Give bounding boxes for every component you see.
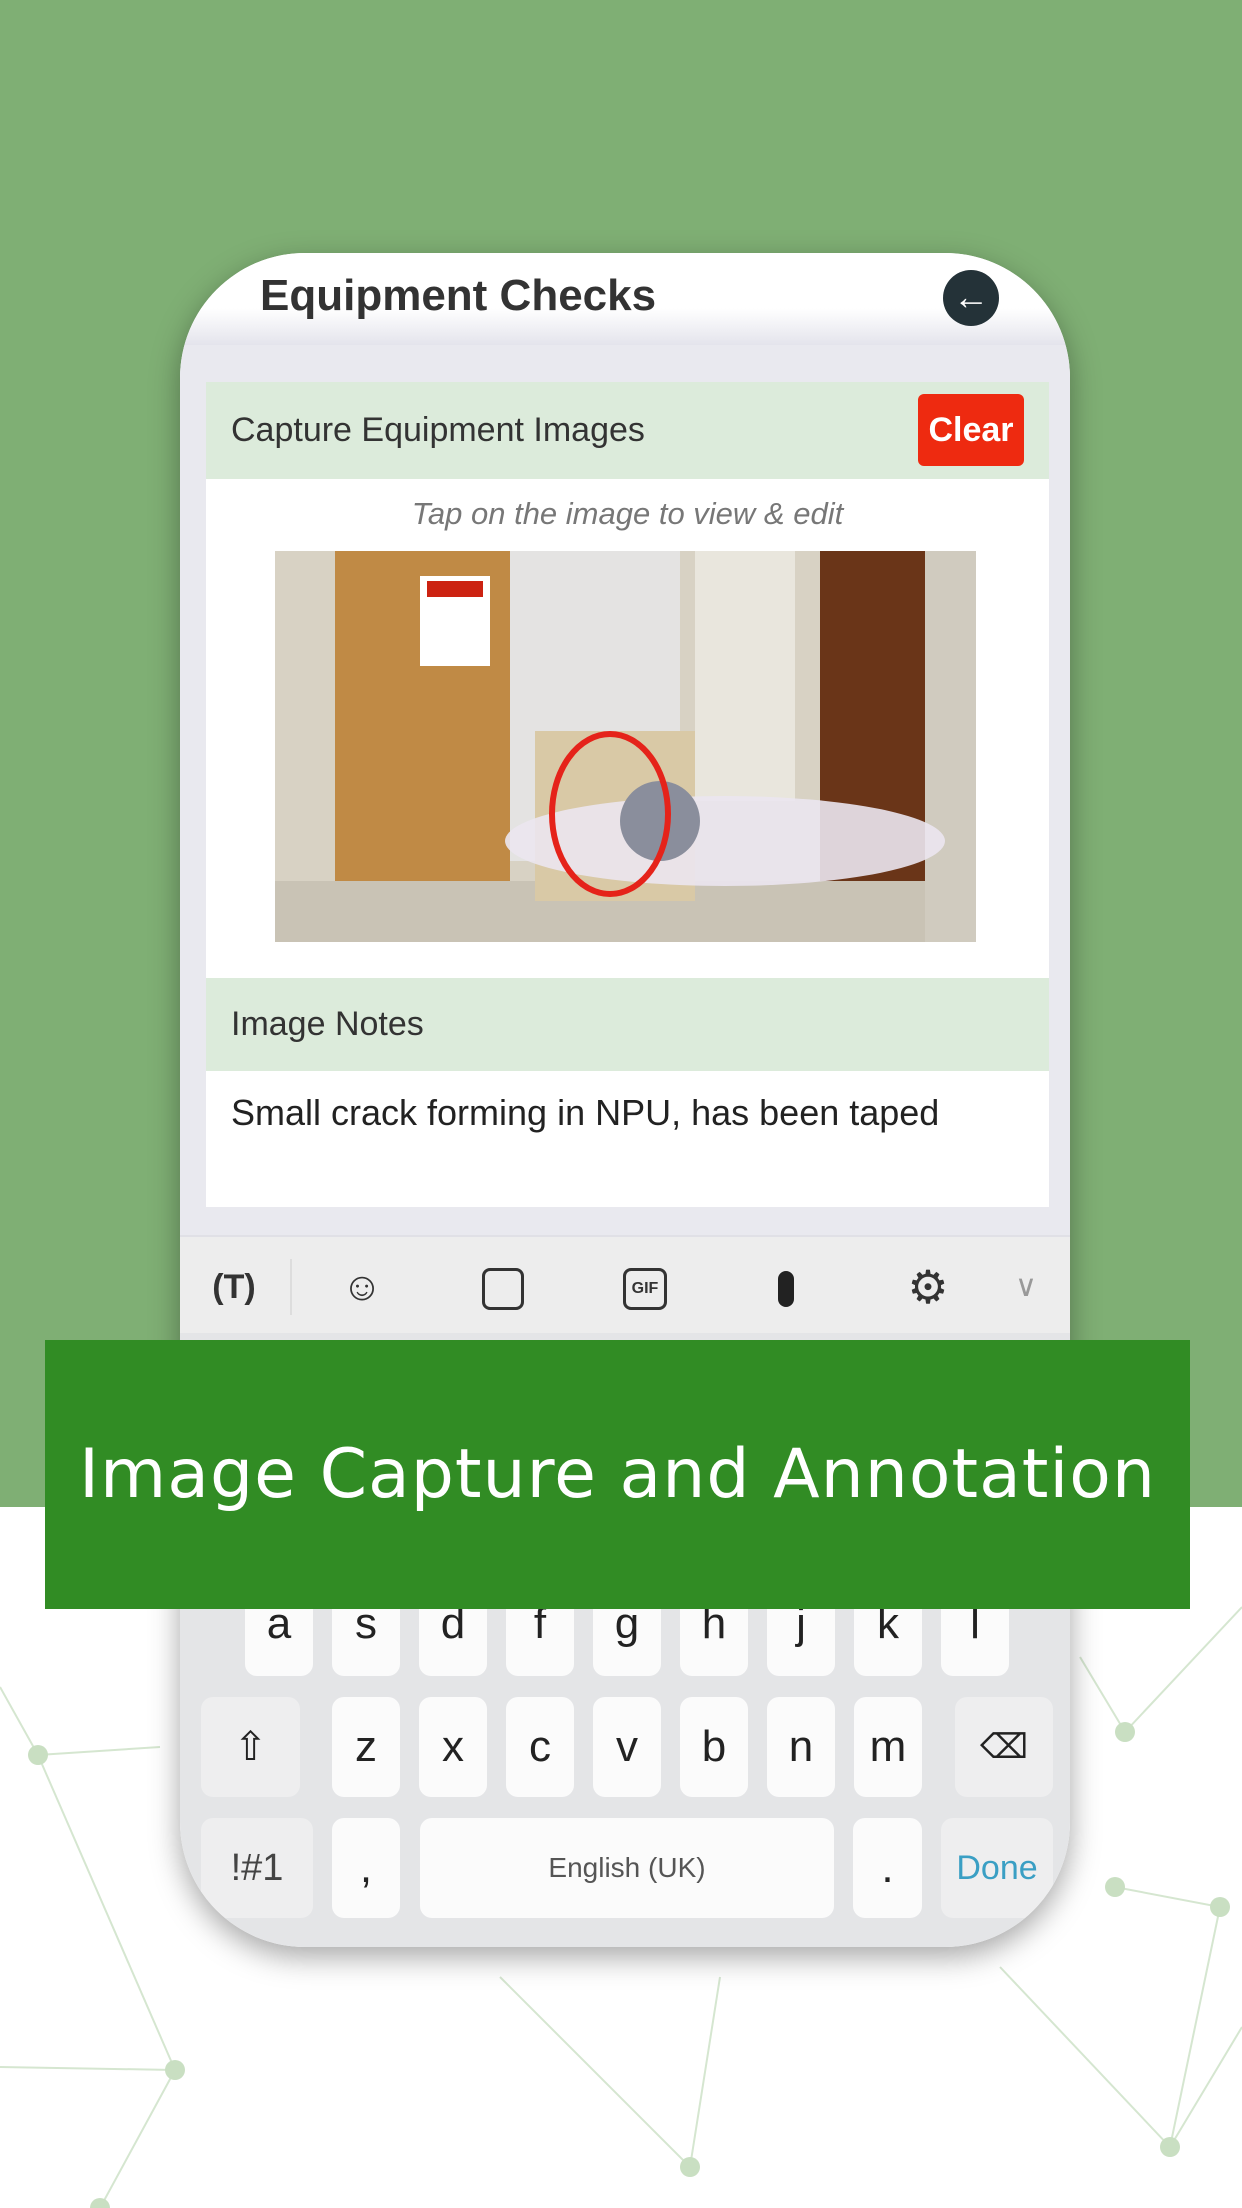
period-key[interactable]: . bbox=[853, 1818, 922, 1918]
backspace-icon: ⌫ bbox=[979, 1728, 1029, 1766]
microphone-icon[interactable] bbox=[758, 1259, 814, 1315]
key-m[interactable]: m bbox=[854, 1697, 922, 1797]
translate-icon[interactable]: (T) bbox=[206, 1259, 262, 1315]
notes-input[interactable]: Small crack forming in NPU, has been tap… bbox=[231, 1092, 939, 1134]
chevron-down-icon[interactable]: ∨ bbox=[998, 1259, 1054, 1315]
key-b[interactable]: b bbox=[680, 1697, 748, 1797]
equipment-photo[interactable] bbox=[275, 551, 976, 942]
divider bbox=[290, 1259, 292, 1315]
shift-icon: ⇧ bbox=[233, 1725, 268, 1769]
back-button[interactable]: ← bbox=[943, 270, 999, 326]
photo-illustration bbox=[275, 551, 976, 942]
comma-key[interactable]: , bbox=[332, 1818, 400, 1918]
backspace-key[interactable]: ⌫ bbox=[955, 1697, 1053, 1797]
feature-banner: Image Capture and Annotation bbox=[45, 1340, 1190, 1609]
shift-key[interactable]: ⇧ bbox=[201, 1697, 300, 1797]
key-v[interactable]: v bbox=[593, 1697, 661, 1797]
arrow-left-icon: ← bbox=[953, 276, 989, 317]
key-z[interactable]: z bbox=[332, 1697, 400, 1797]
banner-text: Image Capture and Annotation bbox=[78, 1435, 1157, 1514]
space-key[interactable]: English (UK) bbox=[420, 1818, 834, 1918]
hint-text: Tap on the image to view & edit bbox=[411, 496, 844, 531]
gear-icon[interactable]: ⚙ bbox=[900, 1259, 956, 1315]
sticker-icon[interactable] bbox=[475, 1259, 531, 1315]
keyboard-toolbar: (T) ☺ GIF ⚙ ∨ bbox=[180, 1235, 1070, 1333]
key-n[interactable]: n bbox=[767, 1697, 835, 1797]
key-c[interactable]: c bbox=[506, 1697, 574, 1797]
capture-card: Capture Equipment Images Clear Tap on th… bbox=[206, 382, 1049, 1207]
symbols-key[interactable]: !#1 bbox=[201, 1818, 313, 1918]
key-x[interactable]: x bbox=[419, 1697, 487, 1797]
gif-icon[interactable]: GIF bbox=[617, 1259, 673, 1315]
notes-section-header: Image Notes bbox=[206, 978, 1049, 1071]
app-header: Equipment Checks ← bbox=[180, 253, 1070, 345]
capture-section-header: Capture Equipment Images Clear bbox=[206, 382, 1049, 479]
phone-mockup: Equipment Checks ← Capture Equipment Ima… bbox=[180, 253, 1070, 1947]
done-key[interactable]: Done bbox=[941, 1818, 1053, 1918]
page-title: Equipment Checks bbox=[260, 271, 657, 320]
notes-label: Image Notes bbox=[231, 1005, 424, 1043]
emoji-icon[interactable]: ☺ bbox=[334, 1259, 390, 1315]
capture-label: Capture Equipment Images bbox=[231, 411, 645, 449]
form-content: Capture Equipment Images Clear Tap on th… bbox=[180, 345, 1070, 1235]
clear-button[interactable]: Clear bbox=[918, 394, 1024, 466]
